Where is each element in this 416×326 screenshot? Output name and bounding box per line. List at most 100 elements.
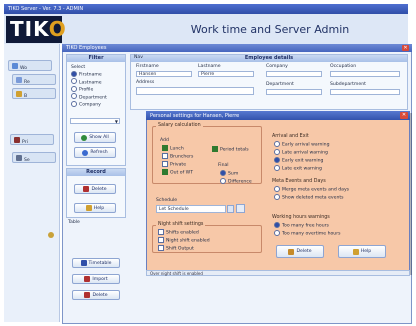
department-field[interactable] <box>266 89 322 95</box>
hours-radio[interactable] <box>274 229 280 236</box>
filter-option[interactable]: Company <box>71 100 121 109</box>
occupation-field[interactable] <box>330 71 400 77</box>
calendar-icon <box>80 260 87 266</box>
meta-option-label: Show deleted meta events <box>282 195 344 201</box>
company-field[interactable] <box>266 71 322 77</box>
period-totals-option[interactable]: Period totals <box>212 145 249 153</box>
arrival-radio[interactable] <box>274 164 280 171</box>
add-checkbox[interactable] <box>162 152 168 159</box>
arrival-radio[interactable] <box>274 156 280 163</box>
final-option-label: Sum <box>228 171 239 177</box>
add-checkbox[interactable] <box>162 160 168 167</box>
night-checkbox[interactable] <box>158 244 164 251</box>
dialog-titlebar: Personal settings for Hansen, Pierre <box>146 111 410 120</box>
broom-icon <box>288 248 295 255</box>
lastname-field[interactable]: Pierre <box>198 71 254 77</box>
final-label: Final <box>218 163 229 168</box>
night-option[interactable]: Night shift enabled <box>158 236 210 245</box>
meta-radio[interactable] <box>274 193 280 200</box>
refresh-button[interactable]: Refresh <box>74 147 116 158</box>
server-icon <box>16 155 22 161</box>
sidebar-item-b[interactable]: B <box>12 88 56 99</box>
filter-radio[interactable] <box>71 70 77 77</box>
hours-radio[interactable] <box>274 221 280 228</box>
firstname-field[interactable]: Hansen <box>136 71 192 77</box>
filter-radio[interactable] <box>71 85 77 92</box>
arrival-group-title: Arrival and Exit <box>270 134 311 139</box>
night-checkbox[interactable] <box>158 236 164 243</box>
key-icon[interactable] <box>48 232 56 240</box>
sidebar-item-server[interactable]: Se <box>12 152 56 163</box>
night-options: Shifts enabled Night shift enabled Shift O… <box>158 228 210 253</box>
chevron-down-icon: ▼ <box>114 119 118 124</box>
meta-option[interactable]: Merge meta events and days <box>274 185 349 194</box>
show-all-button[interactable]: Show All <box>74 132 116 143</box>
search-icon <box>81 134 88 141</box>
add-option-label: Out of WT <box>170 170 194 176</box>
help-icon <box>85 205 92 211</box>
dialog-close-icon[interactable]: ✕ <box>400 112 408 119</box>
hours-option-label: Too many free hours <box>282 223 329 229</box>
arrival-option-label: Early exit warning <box>282 158 324 164</box>
arrival-option[interactable]: Early arrival warning <box>274 140 330 149</box>
final-radio[interactable] <box>220 177 226 184</box>
filter-option[interactable]: Lastname <box>71 78 121 87</box>
night-option[interactable]: Shift Output <box>158 244 210 253</box>
filter-select[interactable]: ▼ <box>70 118 120 124</box>
filter-option[interactable]: Department <box>71 93 121 102</box>
refresh-icon <box>82 149 89 156</box>
arrival-radio[interactable] <box>274 148 280 155</box>
meta-option[interactable]: Show deleted meta events <box>274 193 349 202</box>
filter-option[interactable]: Firstname <box>71 70 121 79</box>
filter-radio[interactable] <box>71 93 77 99</box>
hours-option[interactable]: Too many overtime hours <box>274 229 340 238</box>
arrival-option[interactable]: Late arrival warning <box>274 148 330 157</box>
address-field[interactable] <box>136 87 254 95</box>
left-sidebar <box>4 44 60 322</box>
add-checkbox[interactable] <box>162 168 168 175</box>
add-checkbox[interactable] <box>162 144 168 151</box>
sidebar-item-print[interactable]: Pri <box>10 134 54 145</box>
record-delete-button[interactable]: Delete <box>74 184 116 194</box>
filter-option-label: Firstname <box>79 72 102 78</box>
filter-radio[interactable] <box>71 100 77 107</box>
badge-icon <box>16 91 22 97</box>
timetable-button[interactable]: Timetable <box>72 258 120 268</box>
period-totals-checkbox[interactable] <box>212 145 218 152</box>
firstname-label: Firstname <box>136 64 159 69</box>
schedule-select[interactable]: Let Schedule <box>156 205 226 213</box>
final-radio[interactable] <box>220 169 226 176</box>
bottom-delete-button[interactable]: Delete <box>72 290 120 300</box>
subdepartment-label: Subdepartment <box>330 82 366 87</box>
add-option-label: Brunchers <box>170 154 194 160</box>
department-label: Department <box>266 82 294 87</box>
filter-option[interactable]: Profile <box>71 85 121 94</box>
hours-group-title: Working hours warnings <box>270 215 332 220</box>
filter-radio[interactable] <box>71 78 77 84</box>
dialog-delete-button[interactable]: Delete <box>276 245 324 258</box>
arrival-option[interactable]: Early exit warning <box>274 156 330 165</box>
delete-icon <box>83 186 90 192</box>
arrival-option[interactable]: Late exit warning <box>274 164 330 173</box>
meta-radio[interactable] <box>274 185 280 192</box>
occupation-label: Occupation <box>330 64 357 69</box>
add-option[interactable]: Out of WT <box>162 168 194 177</box>
import-button[interactable]: Import <box>72 274 120 284</box>
arrival-radio[interactable] <box>274 140 280 147</box>
schedule-dropdown-icon[interactable] <box>227 205 234 213</box>
final-option[interactable]: Difference <box>220 177 252 186</box>
night-checkbox[interactable] <box>158 228 164 235</box>
filter-option-label: Company <box>79 102 101 108</box>
subdepartment-field[interactable] <box>330 89 400 95</box>
sidebar-item-work[interactable]: Wo <box>8 60 52 71</box>
final-option[interactable]: Sum <box>220 169 252 178</box>
dialog-help-button[interactable]: Help <box>338 245 386 258</box>
record-help-button[interactable]: Help <box>74 203 116 213</box>
clock-icon <box>12 63 18 69</box>
hours-option[interactable]: Too many free hours <box>274 221 340 230</box>
night-option[interactable]: Shifts enabled <box>158 228 210 237</box>
schedule-edit-icon[interactable] <box>236 204 245 213</box>
filter-option-label: Profile <box>79 87 94 93</box>
sidebar-item-reports[interactable]: Re <box>12 74 56 85</box>
main-close-icon[interactable]: ✕ <box>402 45 409 51</box>
